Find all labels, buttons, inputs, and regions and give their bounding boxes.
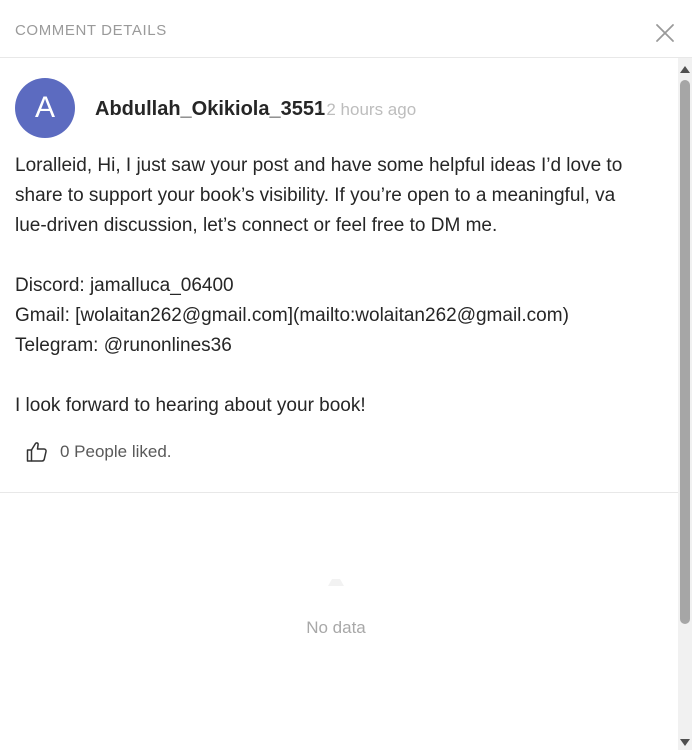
comment-time: · 2 hours ago [316, 100, 417, 119]
scroll-up-arrow-icon[interactable] [678, 62, 692, 74]
scroll-down-arrow-icon[interactable] [678, 736, 692, 748]
likes-count: 0 People liked. [60, 442, 172, 461]
avatar[interactable]: A [15, 78, 75, 138]
comment-line [15, 241, 665, 271]
modal-header: COMMENT DETAILS [0, 0, 692, 58]
comment-line [15, 361, 665, 391]
thumbs-up-icon[interactable] [25, 440, 49, 464]
comment-line: share to support your book’s visibility.… [15, 185, 616, 206]
empty-state-text: No data [306, 618, 366, 637]
scrollbar[interactable] [678, 58, 692, 750]
comment-line: Gmail: [wolaitan262@gmail.com](mailto:wo… [15, 305, 569, 326]
comment-line: Discord: jamalluca_06400 [15, 275, 234, 296]
comment-line: I look forward to hearing about your boo… [15, 395, 366, 416]
modal-title: COMMENT DETAILS [15, 22, 167, 39]
comment-line: Telegram: @runonlines36 [15, 335, 232, 356]
close-icon[interactable] [653, 21, 677, 45]
comment-body: Loralleid, Hi, I just saw your post and … [15, 151, 665, 421]
comment-line: lue-driven discussion, let’s connect or … [15, 215, 498, 236]
comment-content: A Abdullah_Okikiola_3551 · 2 hours ago L… [0, 58, 678, 750]
like-row: 0 People liked. [25, 438, 172, 466]
empty-data-icon [326, 574, 346, 586]
comment-author[interactable]: Abdullah_Okikiola_3551 [95, 98, 325, 121]
scrollbar-thumb[interactable] [680, 80, 690, 624]
divider [0, 492, 678, 493]
comment-details-modal: COMMENT DETAILS A Abdullah_Okikiola_3551… [0, 0, 692, 750]
comment-line: Loralleid, Hi, I just saw your post and … [15, 155, 623, 176]
